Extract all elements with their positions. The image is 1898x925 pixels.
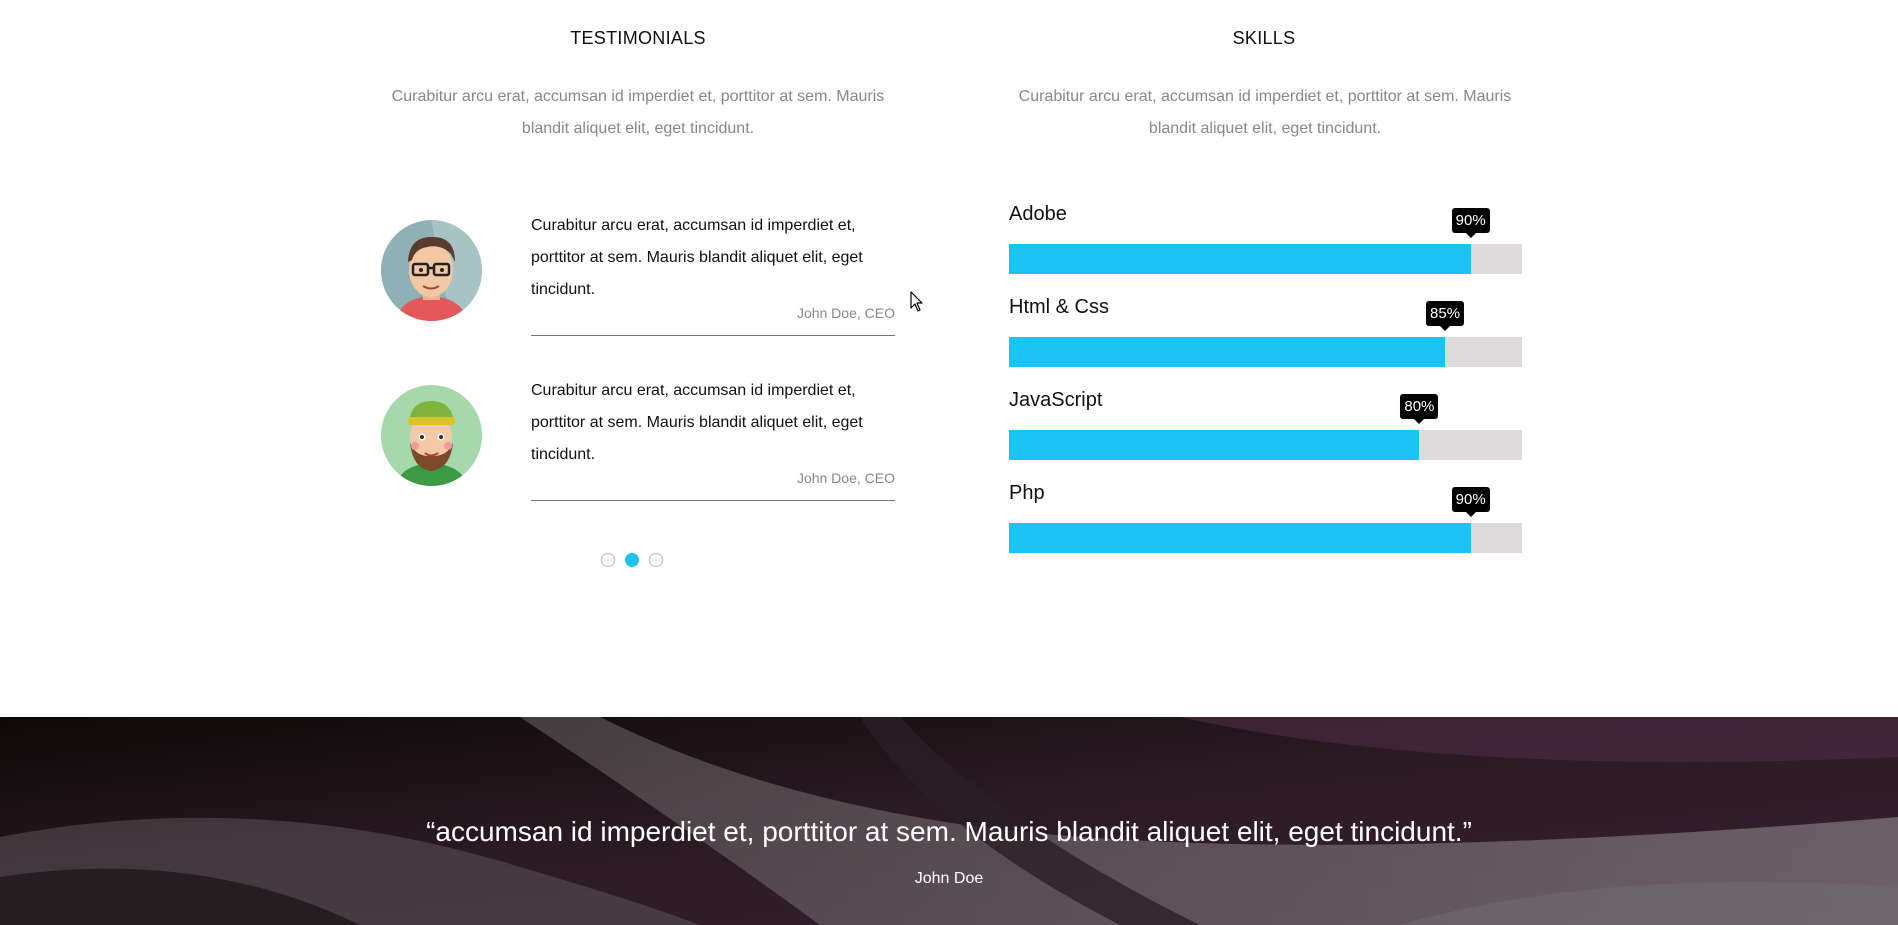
quote-author: John Doe [914,870,984,887]
skill-bar-fill [1009,523,1471,553]
man-with-glasses-avatar [381,220,482,321]
pager-dot[interactable] [649,553,663,567]
skill-bar-track [1009,523,1522,553]
bearded-man-avatar [381,385,482,486]
skill-bar-fill [1009,244,1471,274]
skill-html-css: Html & Css 85% [1009,296,1522,386]
mouse-cursor-icon [910,291,924,318]
testimonials-title: TESTIMONIALS [570,28,706,48]
skill-percent-tooltip: 85% [1426,301,1465,326]
skill-adobe: Adobe 90% [1009,203,1522,293]
skills-title: SKILLS [1232,28,1296,48]
skill-bar-fill [1009,337,1446,367]
skill-php: Php 90% [1009,482,1522,572]
divider [531,500,895,501]
skill-bar-track [1009,337,1522,367]
testimonial-text: Curabitur arcu erat, accumsan id imperdi… [531,217,863,298]
skills-intro: Curabitur arcu erat, accumsan id imperdi… [1018,88,1512,137]
skill-bar-track [1009,430,1522,460]
testimonial-author: John Doe, CEO [796,470,895,486]
testimonials-intro: Curabitur arcu erat, accumsan id imperdi… [391,88,885,137]
testimonial-item: Curabitur arcu erat, accumsan id imperdi… [381,217,895,360]
testimonial-author: John Doe, CEO [796,305,895,321]
content-section: TESTIMONIALS Curabitur arcu erat, accums… [0,0,1898,717]
quote-text: “accumsan id imperdiet et, porttitor at … [426,816,1472,847]
carousel-pager [601,553,663,567]
skill-bar-fill [1009,430,1420,460]
skill-name: Html & Css [1009,296,1109,318]
skill-bar-track [1009,244,1522,274]
pager-dot-active[interactable] [625,553,639,567]
skill-name: JavaScript [1009,389,1103,411]
quote-band: “accumsan id imperdiet et, porttitor at … [0,717,1898,925]
skill-percent-tooltip: 90% [1451,208,1490,233]
testimonial-item: Curabitur arcu erat, accumsan id imperdi… [381,382,895,525]
skill-javascript: JavaScript 80% [1009,389,1522,479]
skill-name: Php [1009,482,1045,504]
skill-name: Adobe [1009,203,1067,225]
skill-percent-tooltip: 90% [1451,487,1490,512]
divider [531,335,895,336]
skill-percent-tooltip: 80% [1400,394,1439,419]
pager-dot[interactable] [601,553,615,567]
testimonial-text: Curabitur arcu erat, accumsan id imperdi… [531,382,863,463]
